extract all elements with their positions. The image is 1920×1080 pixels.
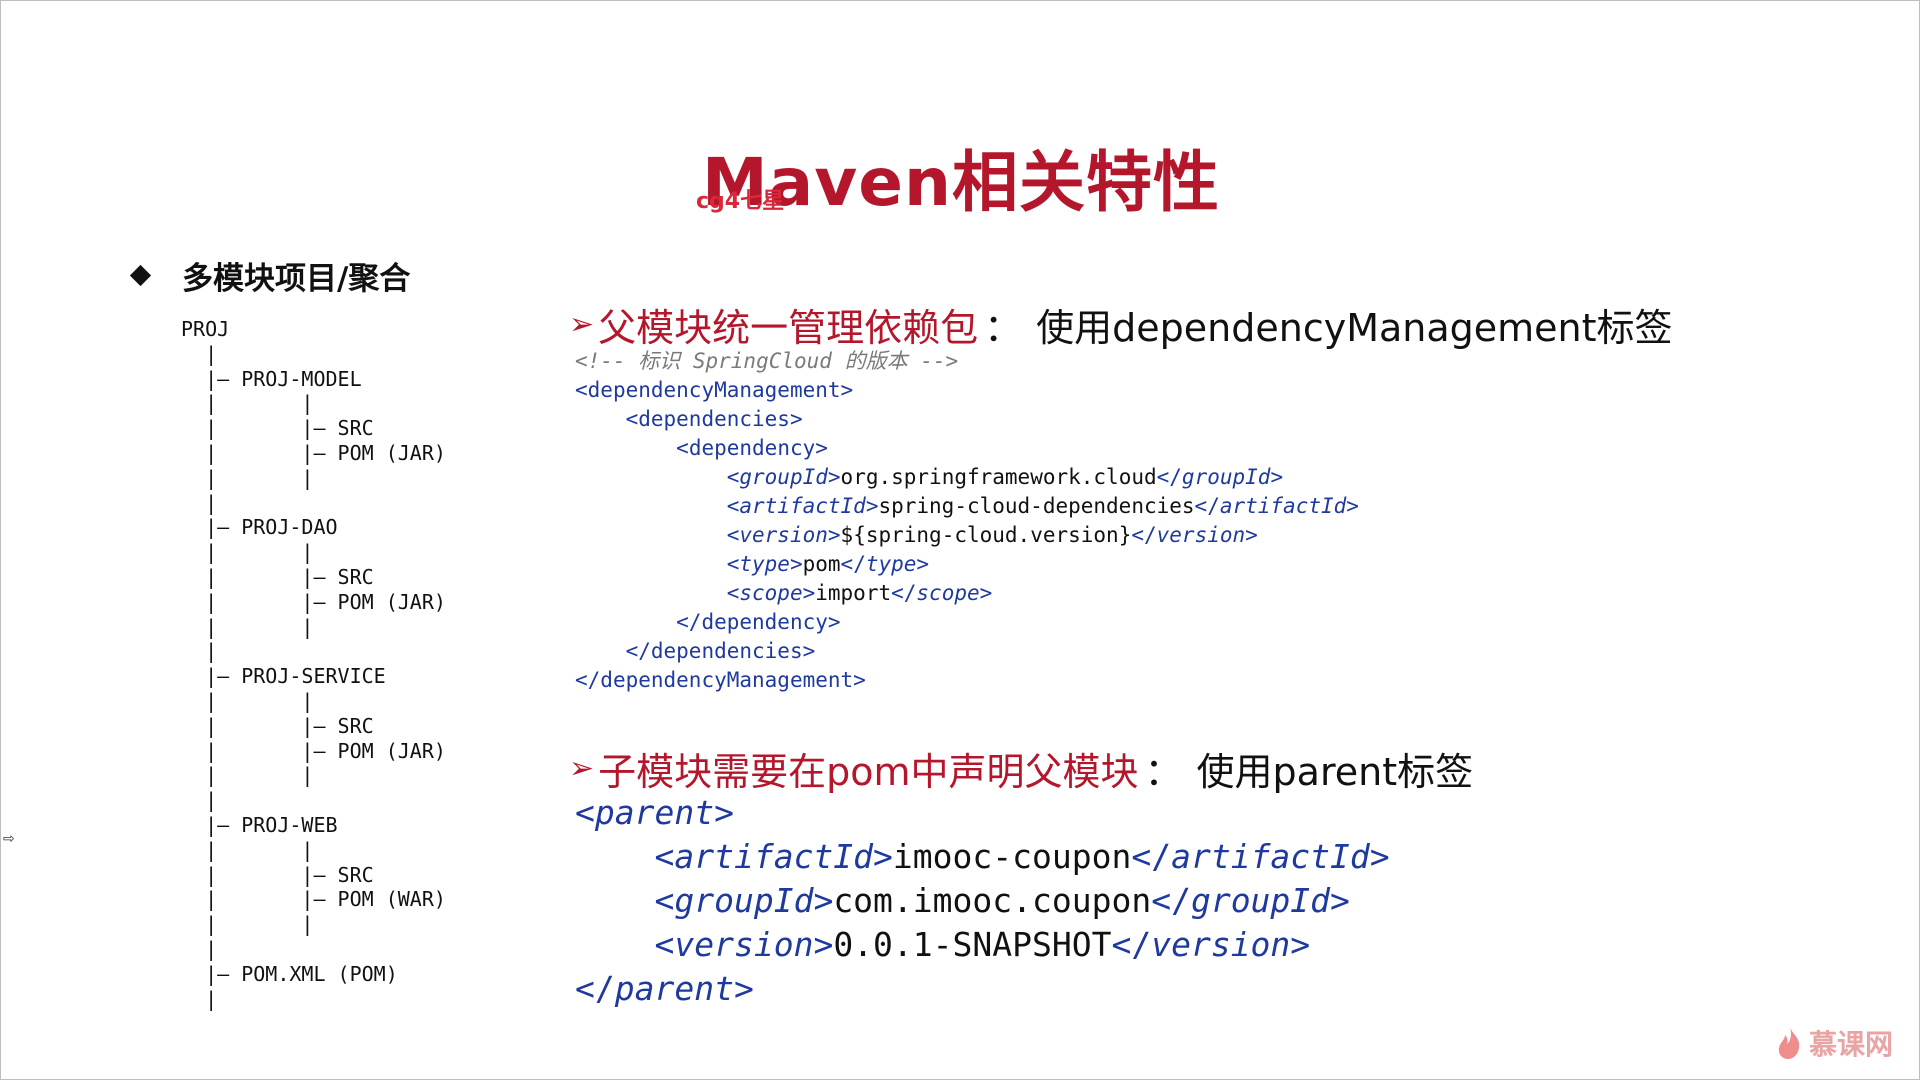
parent-code: <parent> <artifactId>imooc-coupon</artif… <box>575 791 1390 1011</box>
code-tag: dependencyManagement <box>587 378 841 402</box>
imooc-logo: 慕课网 <box>1777 1023 1893 1063</box>
code-line: <dependencyManagement> <box>575 378 854 402</box>
code-value: import <box>815 581 892 605</box>
code-value: org.springframework.cloud <box>840 465 1157 489</box>
flame-icon <box>1778 1027 1800 1059</box>
cursor-icon: ⇨ <box>3 831 15 847</box>
code-tag: dependencies <box>650 639 803 663</box>
code-line: <artifactId>imooc-coupon</artifactId> <box>654 837 1390 876</box>
code-tag: version <box>674 925 814 964</box>
module-tree: PROJ | |— PROJ-MODEL | | | |— SRC | |— P… <box>181 317 446 1011</box>
code-line: <dependency> <box>676 436 828 460</box>
code-line: <version>0.0.1-SNAPSHOT</version> <box>654 925 1311 964</box>
section2-heading-red: 子模块需要在pom中声明父模块 <box>598 750 1139 794</box>
code-value: 0.0.1-SNAPSHOT <box>833 925 1112 964</box>
slide: Maven相关特性 cg4七星 多模块项目/聚合 PROJ | |— PROJ-… <box>0 0 1920 1080</box>
arrow-bullet-icon: ➢ <box>569 751 595 786</box>
code-tag: dependencies <box>638 407 790 431</box>
code-value: imooc-coupon <box>892 837 1132 876</box>
code-tag: dependency <box>701 610 828 634</box>
code-line: </dependencyManagement> <box>575 668 866 692</box>
watermark-text: cg4七星 <box>696 189 785 214</box>
code-line: <parent> <box>575 793 734 832</box>
logo-text: 慕课网 <box>1808 1028 1893 1061</box>
code-line: <artifactId>spring-cloud-dependencies</a… <box>726 494 1359 518</box>
section1-heading: ➢ 父模块统一管理依赖包 ： 使用dependencyManagement标签 <box>569 297 1673 352</box>
arrow-bullet-icon: ➢ <box>569 307 595 342</box>
code-tag: artifactId <box>674 837 874 876</box>
code-line: </parent> <box>575 969 754 1008</box>
code-value: pom <box>802 552 841 576</box>
code-tag: dependency <box>688 436 816 460</box>
code-comment: <!-- 标识 SpringCloud 的版本 --> <box>575 349 959 373</box>
section2-heading-separator: ： <box>1144 750 1183 794</box>
slide-title: Maven相关特性 <box>702 144 1220 221</box>
section2-heading: ➢ 子模块需要在pom中声明父模块 ： 使用parent标签 <box>569 741 1473 796</box>
multi-module-heading-text: 多模块项目/聚合 <box>182 261 411 297</box>
code-line: </dependencies> <box>625 639 816 663</box>
code-tag: groupId <box>1190 881 1331 920</box>
section1-heading-black: 使用dependencyManagement标签 <box>1036 306 1673 350</box>
code-tag: type <box>865 552 917 576</box>
code-tag: type <box>739 552 790 576</box>
multi-module-heading: 多模块项目/聚合 <box>129 253 411 298</box>
section2-heading-black: 使用parent标签 <box>1196 750 1474 794</box>
code-value: spring-cloud-dependencies <box>878 494 1195 518</box>
code-tag: dependencyManagement <box>600 668 854 692</box>
code-line: <dependencies> <box>625 407 803 431</box>
section1-heading-separator: ： <box>984 306 1023 350</box>
section1-heading-red: 父模块统一管理依赖包 <box>598 306 979 350</box>
code-line: </dependency> <box>676 610 841 634</box>
code-tag: artifactId <box>739 494 866 518</box>
code-tag: parent <box>614 969 734 1008</box>
code-line: <scope>import</scope> <box>726 581 993 605</box>
code-tag: version <box>1151 925 1291 964</box>
diamond-bullet-icon <box>129 264 152 287</box>
code-tag: groupId <box>1181 465 1271 489</box>
code-tag: groupId <box>739 465 828 489</box>
code-line: <type>pom</type> <box>726 552 930 576</box>
code-tag: version <box>1156 523 1246 547</box>
code-tag: artifactId <box>1171 837 1370 876</box>
code-value: ${spring-cloud.version} <box>840 523 1132 547</box>
code-tag: scope <box>916 581 980 605</box>
code-tag: artifactId <box>1219 494 1347 518</box>
code-value: com.imooc.coupon <box>833 881 1152 920</box>
code-tag: scope <box>739 581 803 605</box>
code-tag: groupId <box>674 881 814 920</box>
code-tag: parent <box>594 793 715 832</box>
code-line: <groupId>com.imooc.coupon</groupId> <box>654 881 1350 920</box>
dependency-management-code: <!-- 标识 SpringCloud 的版本 --> <dependencyMa… <box>575 347 1359 695</box>
code-line: <groupId>org.springframework.cloud</grou… <box>726 465 1284 489</box>
code-tag: version <box>739 523 828 547</box>
code-line: <version>${spring-cloud.version}</versio… <box>726 523 1258 547</box>
